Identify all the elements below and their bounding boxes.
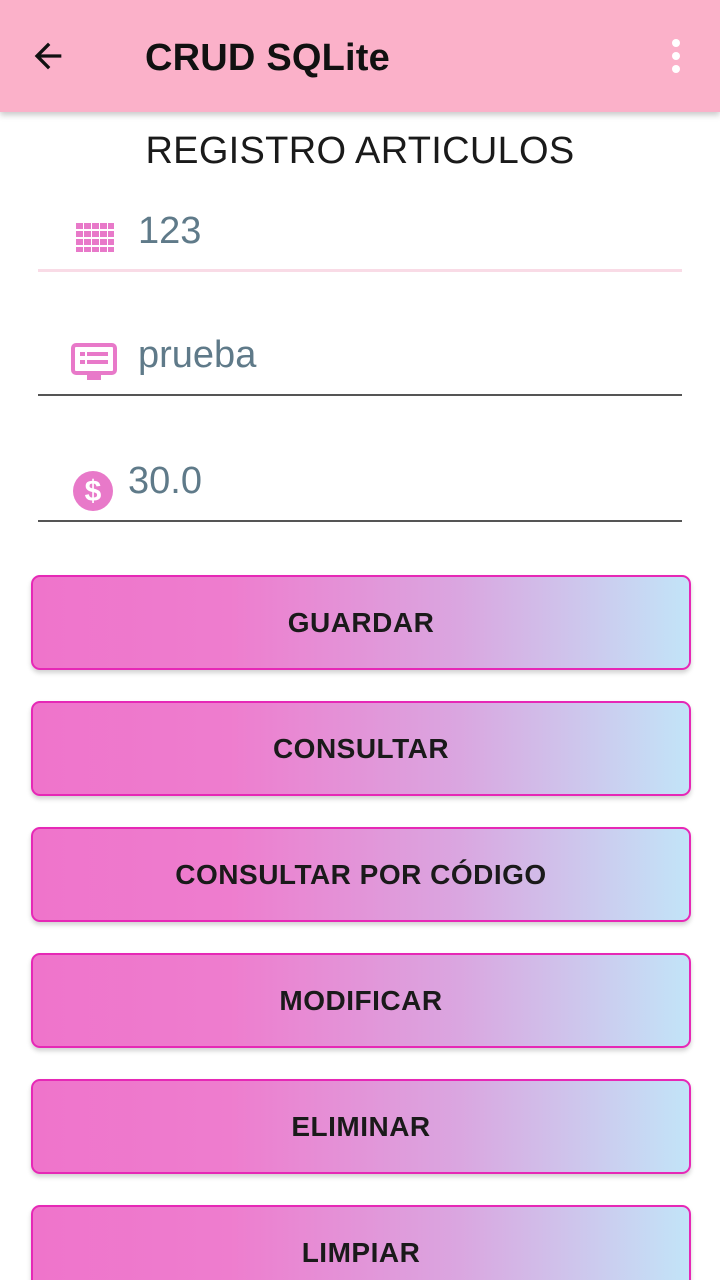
app-bar: CRUD SQLite [0, 0, 720, 112]
keypad-grid-icon [75, 222, 115, 252]
price-underline [38, 520, 682, 522]
description-underline [38, 394, 682, 396]
description-field [38, 316, 682, 396]
limpiar-button[interactable]: LIMPIAR [31, 1205, 691, 1280]
dollar-circle-icon: $ [72, 470, 114, 512]
code-underline [38, 269, 682, 272]
code-field [38, 192, 682, 272]
app-title: CRUD SQLite [145, 37, 390, 79]
price-field: $ [38, 442, 682, 522]
more-vert-icon [672, 39, 680, 73]
keyboard-monitor-icon [70, 342, 118, 382]
back-button[interactable] [22, 30, 74, 82]
overflow-menu-button[interactable] [652, 32, 700, 80]
modificar-button[interactable]: MODIFICAR [31, 953, 691, 1048]
description-input[interactable] [138, 328, 658, 382]
consultar-button[interactable]: CONSULTAR [31, 701, 691, 796]
price-input[interactable] [128, 454, 648, 508]
code-input[interactable] [138, 204, 658, 258]
app-screen: CRUD SQLite REGISTRO ARTICULOS 123 prueb… [0, 0, 720, 1280]
page-title: REGISTRO ARTICULOS [145, 130, 575, 172]
svg-text:$: $ [85, 475, 102, 508]
arrow-back-icon [34, 42, 62, 70]
eliminar-button[interactable]: ELIMINAR [31, 1079, 691, 1174]
consultar-por-codigo-button[interactable]: CONSULTAR POR CÓDIGO [31, 827, 691, 922]
guardar-button[interactable]: GUARDAR [31, 575, 691, 670]
